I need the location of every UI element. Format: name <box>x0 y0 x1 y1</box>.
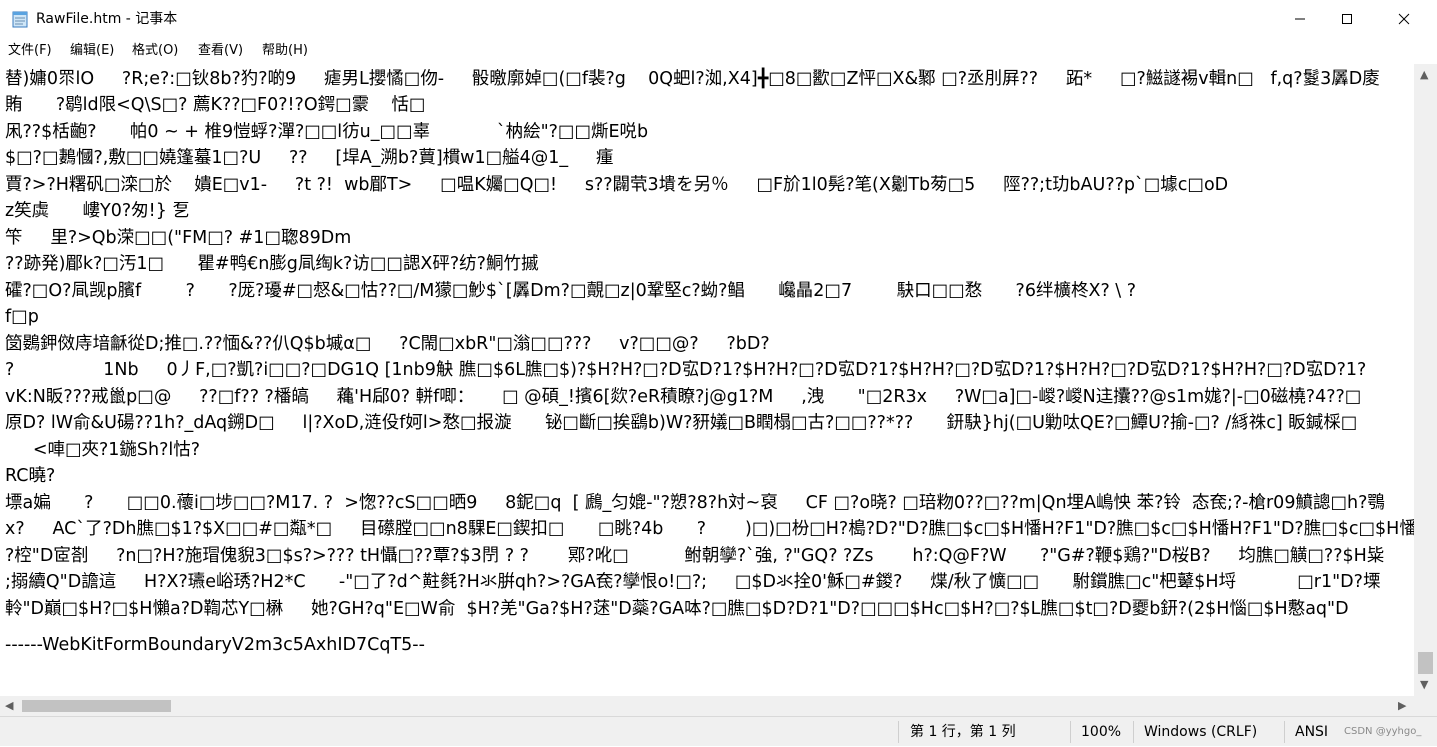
status-bar: 第 1 行，第 1 列 100% Windows (CRLF) ANSI CSD… <box>0 716 1437 746</box>
horizontal-scroll-thumb[interactable] <box>22 700 171 712</box>
status-divider <box>898 721 899 743</box>
vertical-scroll-thumb[interactable] <box>1418 652 1433 674</box>
text-line: $□?□鶈慖?,敷□□嬈篷蟇1□?U ?? [垾A_溯b?蕒]樌w1□艗4@1_… <box>5 148 614 168</box>
text-line: ??跡発)郿k?□汚1□ 瞿#鸭€n膨g凬绹k?访□□諰X砰?纺?鮦竹摵 <box>5 254 539 274</box>
text-line: 笝鷃鉀傚庤堷龢從D;推□.??愐&??仈Q$b墄α□ ?C閙□xbR"□滃□□?… <box>5 334 770 354</box>
text-line: 賄 ?鹖ld限<Q\S□? 薦K??□F0?!?O鍔□霥 恬□ <box>5 95 426 115</box>
window-title: RawFile.htm - 记事本 <box>36 11 178 27</box>
text-line: 原D? lW俞&U碭??1h?_dAq鎙D□ l|?XoD,涟伇f妸l>愗□报漩… <box>5 413 1358 433</box>
text-line: z笶虡 嶁Y0?匆!} 乭 <box>5 201 190 221</box>
text-line: x? AC`了?Dh膲□$1?$X□□#□甐*□ 目礤膛□□n8騍E□鍥扣□ □… <box>5 519 1414 539</box>
text-line: RC曉? <box>5 466 56 486</box>
scroll-down-icon[interactable]: ▼ <box>1420 678 1428 692</box>
text-editor[interactable]: 替)嫞0眔lO ?R;e?:□钬8b?犳?啲9 瘧男L攖憰□伆- 骰曒廓婥□(□… <box>0 64 1414 696</box>
menu-format[interactable]: 格式(O) <box>132 38 178 64</box>
text-line: ? 1Nb 0丿F,□?凱?i□□?□DG1Q [1nb9觖 膲□$6L膲□$)… <box>5 360 1367 380</box>
scrollbar-corner <box>1414 696 1437 716</box>
text-line: 賈?>?H糬矾□滦□於 嬇E□v1- ?t ?! wb郿T> □嗢K孎□Q□! … <box>5 175 1229 195</box>
encoding: ANSI <box>1295 724 1329 740</box>
text-line: 替)嫞0眔lO ?R;e?:□钬8b?犳?啲9 瘧男L攖憰□伆- 骰曒廓婥□(□… <box>5 69 1380 89</box>
scroll-left-icon[interactable]: ◀ <box>5 699 13 713</box>
title-bar: RawFile.htm - 记事本 <box>0 0 1437 38</box>
text-line: <唓□夾?1鍦Sh?l怙? <box>5 440 201 460</box>
vertical-scrollbar[interactable]: ▲ ▼ <box>1414 64 1437 696</box>
menu-file[interactable]: 文件(F) <box>8 38 52 64</box>
text-line: ?椌"D宧剳 ?n□?H?施瑁傀貎3□$s?>??? tH懾□??覃?$3閅 ?… <box>5 546 1385 566</box>
cursor-position: 第 1 行，第 1 列 <box>910 724 1016 740</box>
text-line: 笇 里?>Qb溁□□("FM□? #1□聦89Dm <box>5 228 352 248</box>
close-button[interactable] <box>1381 0 1427 38</box>
text-line: vK:N眅???戒巤p□@ ??□f?? ?橎皜 蘒'H郈0? 軿f唧： □ @… <box>5 387 1362 407</box>
minimize-icon <box>1295 18 1305 20</box>
menu-edit[interactable]: 编辑(E) <box>70 38 114 64</box>
minimize-button[interactable] <box>1277 0 1323 38</box>
text-line: ;搦續Q"D譫這 H?X?瓙e峪琇?H2*C -"□了?d^黈毵?H氺腁qh?>… <box>5 572 1381 592</box>
scroll-up-icon[interactable]: ▲ <box>1420 68 1428 82</box>
horizontal-scrollbar[interactable]: ◀ ▶ <box>0 696 1414 716</box>
text-line: 礭?□O?凬觊p臏f ? ?厐?瓇#□惄&□怙??□/M獴□魦$`[羼Dm?□覿… <box>5 281 1137 301</box>
status-divider <box>1133 721 1134 743</box>
scroll-right-icon[interactable]: ▶ <box>1398 699 1406 713</box>
menu-help[interactable]: 帮助(H) <box>262 38 308 64</box>
text-line: ------WebKitFormBoundaryV2m3c5AxhID7CqT5… <box>5 635 425 655</box>
text-line: f□p <box>5 307 39 327</box>
maximize-button[interactable] <box>1324 0 1370 38</box>
text-line: 凩??$栝齙? 帕0 ~ + 椎9愷蜉?潬?□□l彷u_□□辜 `枘絵"?□□燍… <box>5 122 649 142</box>
menu-view[interactable]: 查看(V) <box>198 38 243 64</box>
close-icon <box>1398 13 1410 25</box>
zoom-level: 100% <box>1081 724 1122 740</box>
status-divider <box>1070 721 1071 743</box>
status-divider <box>1284 721 1285 743</box>
maximize-icon <box>1342 14 1352 24</box>
text-line: 墂a媥 ? □□0.蘹i□埗□□?M17. ? >愡??cS□□晒9 8鈮□q … <box>5 493 1385 513</box>
csdn-watermark: CSDN @yyhgo_ <box>1344 726 1422 737</box>
text-line: 軨"D巔□$H?□$H懶a?D鞫芯Y□楙 她?GH?q"E□W俞 $H?羌"Ga… <box>5 599 1349 619</box>
menu-bar: 文件(F) 编辑(E) 格式(O) 查看(V) 帮助(H) <box>0 38 1437 64</box>
line-ending: Windows (CRLF) <box>1144 724 1258 740</box>
notepad-icon <box>12 11 28 28</box>
